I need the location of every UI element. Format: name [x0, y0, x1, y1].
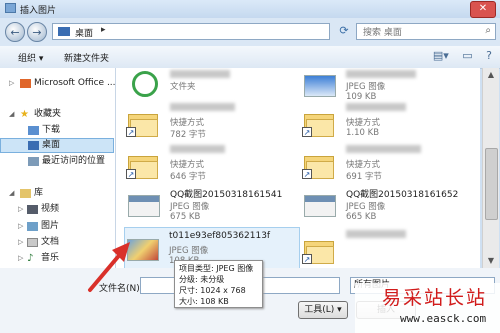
vertical-scrollbar[interactable]: ▲ ▼ [482, 68, 499, 268]
tooltip-dimensions: 尺寸: 1024 x 768 [179, 286, 246, 295]
pictures-library-icon [27, 222, 38, 231]
forward-button[interactable]: → [27, 22, 47, 42]
address-area: ← → 桌面 ▸ ⟳ ⌕ [0, 18, 500, 46]
list-item[interactable]: ↗ 快捷方式 1.10 KB [302, 100, 472, 144]
jpeg-thumbnail-icon [126, 187, 162, 223]
list-item[interactable]: QQ截图20150318161541 JPEG 图像 675 KB [126, 184, 296, 228]
help-icon[interactable]: ? [486, 49, 492, 62]
tools-button[interactable]: 工具(L) ▾ [298, 301, 348, 319]
office-icon [20, 79, 31, 88]
nav-item-recent-places[interactable]: 最近访问的位置 [0, 154, 114, 169]
scroll-down-icon[interactable]: ▼ [483, 254, 499, 268]
chevron-right-icon[interactable]: ▸ [101, 25, 106, 35]
address-location: 桌面 [75, 29, 94, 39]
folder-shortcut-icon: ↗ [126, 145, 162, 181]
window-title: 插入图片 [20, 6, 57, 16]
organize-button[interactable]: 组织 ▾ [18, 51, 43, 64]
window-icon [5, 3, 16, 13]
list-item[interactable]: ↗ 快捷方式 691 字节 [302, 142, 472, 186]
recent-places-icon [28, 157, 39, 166]
folder-shortcut-icon: ↗ [302, 230, 338, 266]
nav-item-libraries[interactable]: ◢ 库 [0, 186, 114, 201]
folder-shortcut-icon: ↗ [302, 145, 338, 181]
preview-pane-icon[interactable]: ▭ [462, 49, 472, 62]
address-bar[interactable]: 桌面 ▸ [52, 23, 330, 40]
search-input[interactable] [361, 25, 475, 40]
nav-item-downloads[interactable]: 下载 [0, 123, 114, 138]
search-icon[interactable]: ⌕ [485, 25, 491, 36]
scroll-up-icon[interactable]: ▲ [483, 68, 499, 82]
insert-picture-dialog: 插入图片 ✕ ← → 桌面 ▸ ⟳ ⌕ 组织 ▾ 新建文件夹 ▤▾ ▭ ? ▷ … [0, 0, 500, 333]
folder-shortcut-icon: ↗ [302, 103, 338, 139]
list-item[interactable]: ↗ 快捷方式 782 字节 [126, 100, 296, 144]
list-item[interactable]: QQ截图20150318161652 JPEG 图像 665 KB [302, 184, 472, 228]
watermark: 易采站长站 www.easck.com [355, 283, 500, 333]
file-list: 文件夹 JPEG 图像 109 KB ↗ 快捷方式 782 字节 ↗ 快捷方式 … [116, 68, 480, 268]
nav-item-favorites[interactable]: ◢ ★ 收藏夹 [0, 107, 114, 122]
desktop-icon [58, 27, 70, 36]
documents-library-icon [27, 238, 38, 247]
library-icon [20, 189, 31, 198]
red-arrow-annotation [88, 242, 130, 292]
tooltip-type: 项目类型: JPEG 图像 [179, 264, 254, 273]
nav-item-office[interactable]: ▷ Microsoft Office ... [0, 76, 116, 91]
watermark-title: 易采站长站 [382, 287, 488, 309]
music-library-icon: ♪ [27, 253, 34, 264]
nav-item-videos[interactable]: ▷ 视频 [0, 202, 114, 217]
command-bar: 组织 ▾ 新建文件夹 ▤▾ ▭ ? [0, 46, 500, 69]
file-tooltip: 项目类型: JPEG 图像 分级: 未分级 尺寸: 1024 x 768 大小:… [174, 260, 263, 308]
jpeg-thumbnail-icon [302, 68, 338, 103]
video-library-icon [27, 205, 38, 214]
new-folder-button[interactable]: 新建文件夹 [64, 51, 109, 64]
watermark-url: www.easck.com [400, 312, 487, 325]
jpeg-thumbnail-icon [302, 187, 338, 223]
list-item[interactable]: ↗ [302, 227, 472, 268]
nav-item-desktop[interactable]: 桌面 [0, 138, 114, 153]
tooltip-size: 大小: 108 KB [179, 297, 229, 306]
favorites-star-icon: ★ [20, 109, 29, 120]
title-bar: 插入图片 ✕ [0, 0, 500, 18]
close-button[interactable]: ✕ [470, 1, 496, 18]
scrollbar-thumb[interactable] [485, 148, 498, 220]
download-folder-icon [28, 126, 39, 135]
desktop-icon [28, 141, 39, 150]
app-shortcut-icon [126, 68, 162, 103]
tooltip-rating: 分级: 未分级 [179, 275, 225, 284]
view-options-icon[interactable]: ▤▾ [433, 49, 449, 62]
folder-shortcut-icon: ↗ [126, 103, 162, 139]
search-box[interactable]: ⌕ [356, 23, 496, 40]
back-button[interactable]: ← [5, 22, 25, 42]
list-item[interactable]: ↗ 快捷方式 646 字节 [126, 142, 296, 186]
refresh-button[interactable]: ⟳ [336, 23, 352, 40]
